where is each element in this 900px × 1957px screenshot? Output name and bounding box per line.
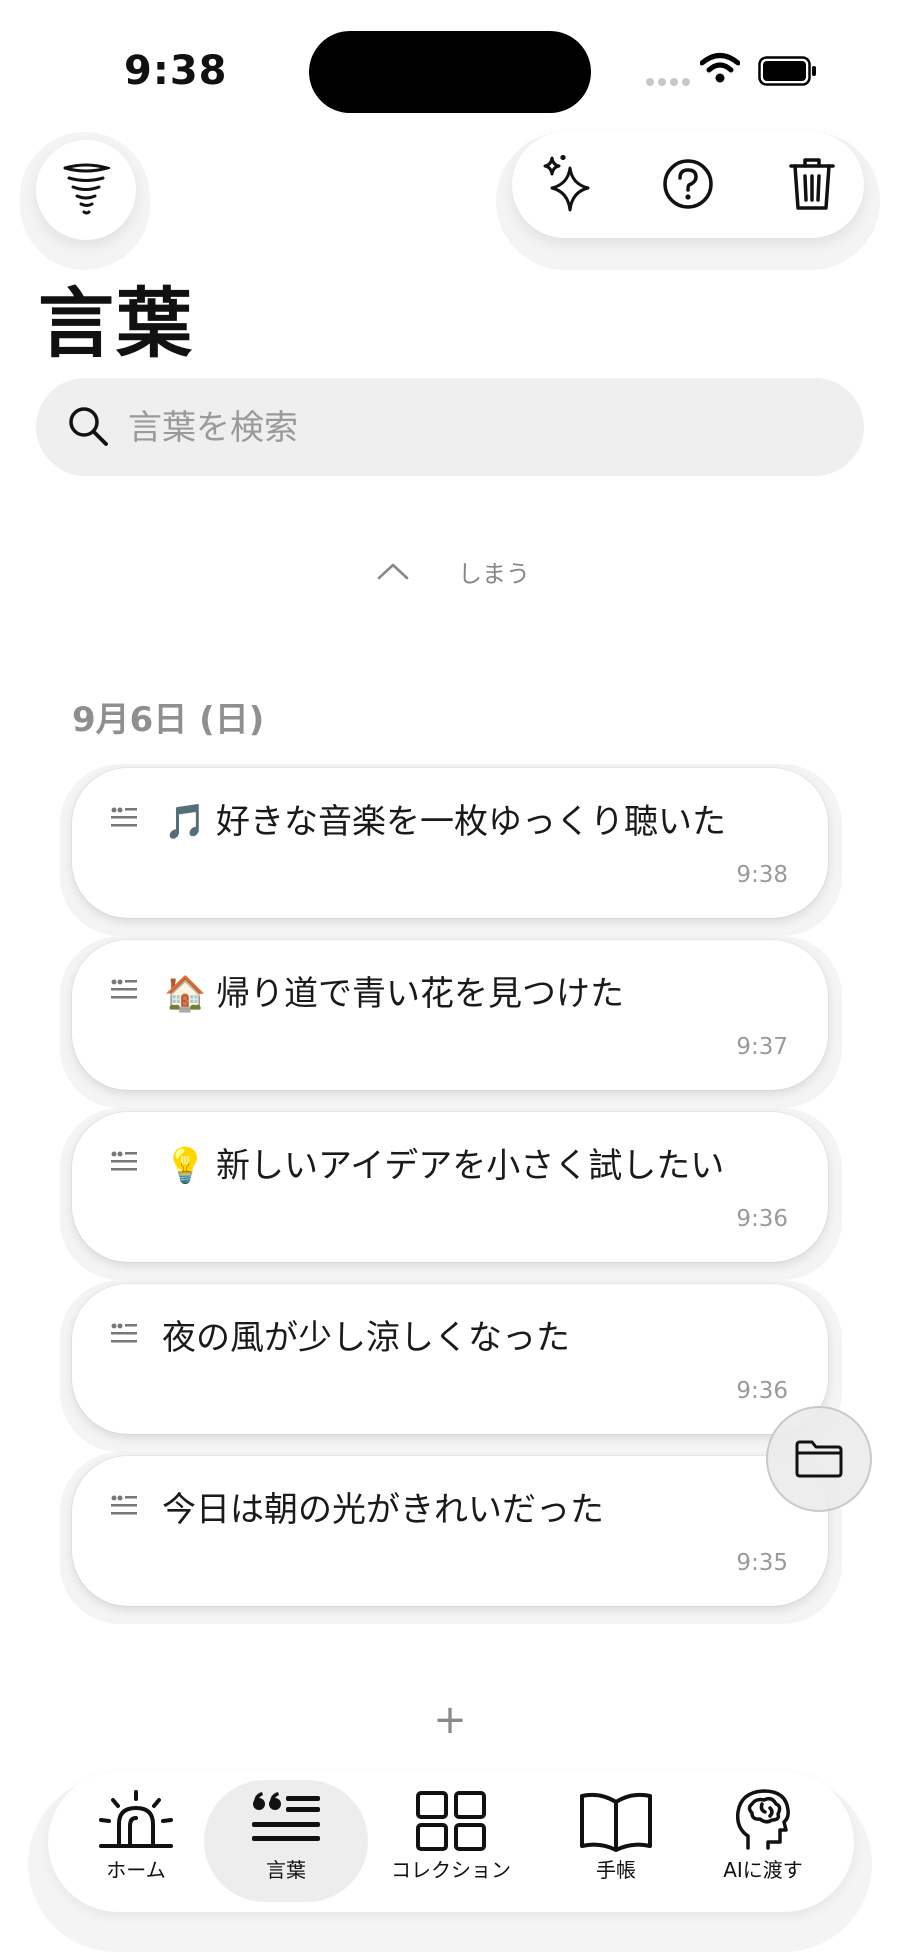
section-date: 9月6日 (日)	[72, 700, 265, 740]
tab-home[interactable]: ホーム	[76, 1780, 196, 1902]
quote-icon	[111, 807, 137, 827]
tab-bar: ホーム 言葉 コレクション 手帳 AIに渡す	[48, 1772, 854, 1912]
page-title: 言葉	[38, 279, 194, 368]
entry-time: 9:35	[736, 1550, 788, 1576]
search-bar[interactable]	[36, 378, 864, 476]
tab-label: 手帳	[596, 1858, 636, 1882]
entry-time: 9:37	[736, 1034, 788, 1060]
trash-icon	[789, 158, 835, 210]
siren-icon	[99, 1790, 173, 1848]
entry-text: 好きな音楽を一枚ゆっくり聴いた	[216, 802, 726, 842]
tab-kotoba[interactable]: 言葉	[204, 1780, 368, 1902]
entry-time: 9:36	[736, 1206, 788, 1232]
tab-label: 言葉	[266, 1858, 306, 1882]
top-actions-pill	[512, 132, 864, 238]
entry-card[interactable]: 🏠 帰り道で青い花を見つけた 9:37	[72, 940, 828, 1090]
help-icon	[663, 159, 713, 209]
entry-time: 9:36	[736, 1378, 788, 1404]
tab-notebook[interactable]: 手帳	[556, 1780, 676, 1902]
sparkles-button[interactable]	[538, 154, 598, 214]
entry-time: 9:38	[736, 862, 788, 888]
sparkles-icon	[543, 155, 590, 212]
entry-emoji: 💡	[164, 1146, 207, 1186]
entry-text-row: 🎵 好きな音楽を一枚ゆっくり聴いた	[164, 794, 726, 843]
entry-card[interactable]: 夜の風が少し涼しくなった 9:36	[72, 1284, 828, 1434]
tornado-icon	[63, 163, 110, 215]
brain-icon	[735, 1789, 790, 1850]
delete-button[interactable]	[782, 154, 842, 214]
entry-card[interactable]: 💡 新しいアイデアを小さく試したい 9:36	[72, 1112, 828, 1262]
entry-text-row: 今日は朝の光がきれいだった	[162, 1482, 604, 1531]
battery-icon	[758, 56, 816, 86]
entry-text: 夜の風が少し涼しくなった	[162, 1318, 570, 1358]
folder-button[interactable]	[766, 1406, 872, 1512]
tab-label: コレクション	[391, 1858, 511, 1882]
collapse-toggle[interactable]: しまう	[370, 548, 540, 592]
status-bar: 9:38	[0, 0, 900, 130]
add-entry-button[interactable]: +	[424, 1694, 476, 1746]
dynamic-island	[309, 31, 591, 113]
tab-label: AIに渡す	[723, 1858, 803, 1882]
entry-card[interactable]: 今日は朝の光がきれいだった 9:35	[72, 1456, 828, 1606]
collapse-label: しまう	[458, 560, 530, 588]
tornado-button[interactable]	[36, 140, 136, 240]
help-button[interactable]	[658, 154, 718, 214]
status-time: 9:38	[124, 48, 228, 94]
search-input[interactable]	[126, 392, 830, 464]
chevron-up-icon	[377, 563, 409, 580]
entry-text: 帰り道で青い花を見つけた	[216, 974, 624, 1014]
entry-emoji: 🏠	[164, 974, 207, 1014]
entry-text: 今日は朝の光がきれいだった	[162, 1490, 604, 1530]
quote-icon	[252, 1792, 320, 1841]
quote-icon	[111, 979, 137, 999]
quote-icon	[111, 1151, 137, 1171]
quote-icon	[111, 1323, 137, 1343]
book-icon	[580, 1792, 652, 1852]
wifi-icon	[700, 53, 740, 83]
folder-icon	[795, 1440, 843, 1478]
search-icon	[69, 407, 108, 446]
entry-text: 新しいアイデアを小さく試したい	[216, 1146, 725, 1186]
signal-icon	[646, 78, 690, 86]
entry-text-row: 🏠 帰り道で青い花を見つけた	[164, 966, 624, 1015]
grid-icon	[416, 1791, 486, 1851]
entry-card[interactable]: 🎵 好きな音楽を一枚ゆっくり聴いた 9:38	[72, 768, 828, 918]
quote-icon	[111, 1495, 137, 1515]
tab-label: ホーム	[106, 1858, 166, 1882]
tab-ai[interactable]: AIに渡す	[698, 1780, 828, 1902]
tab-collection[interactable]: コレクション	[376, 1780, 526, 1902]
entry-text-row: 夜の風が少し涼しくなった	[162, 1310, 570, 1359]
entry-text-row: 💡 新しいアイデアを小さく試したい	[164, 1138, 724, 1187]
entry-emoji: 🎵	[164, 802, 207, 842]
